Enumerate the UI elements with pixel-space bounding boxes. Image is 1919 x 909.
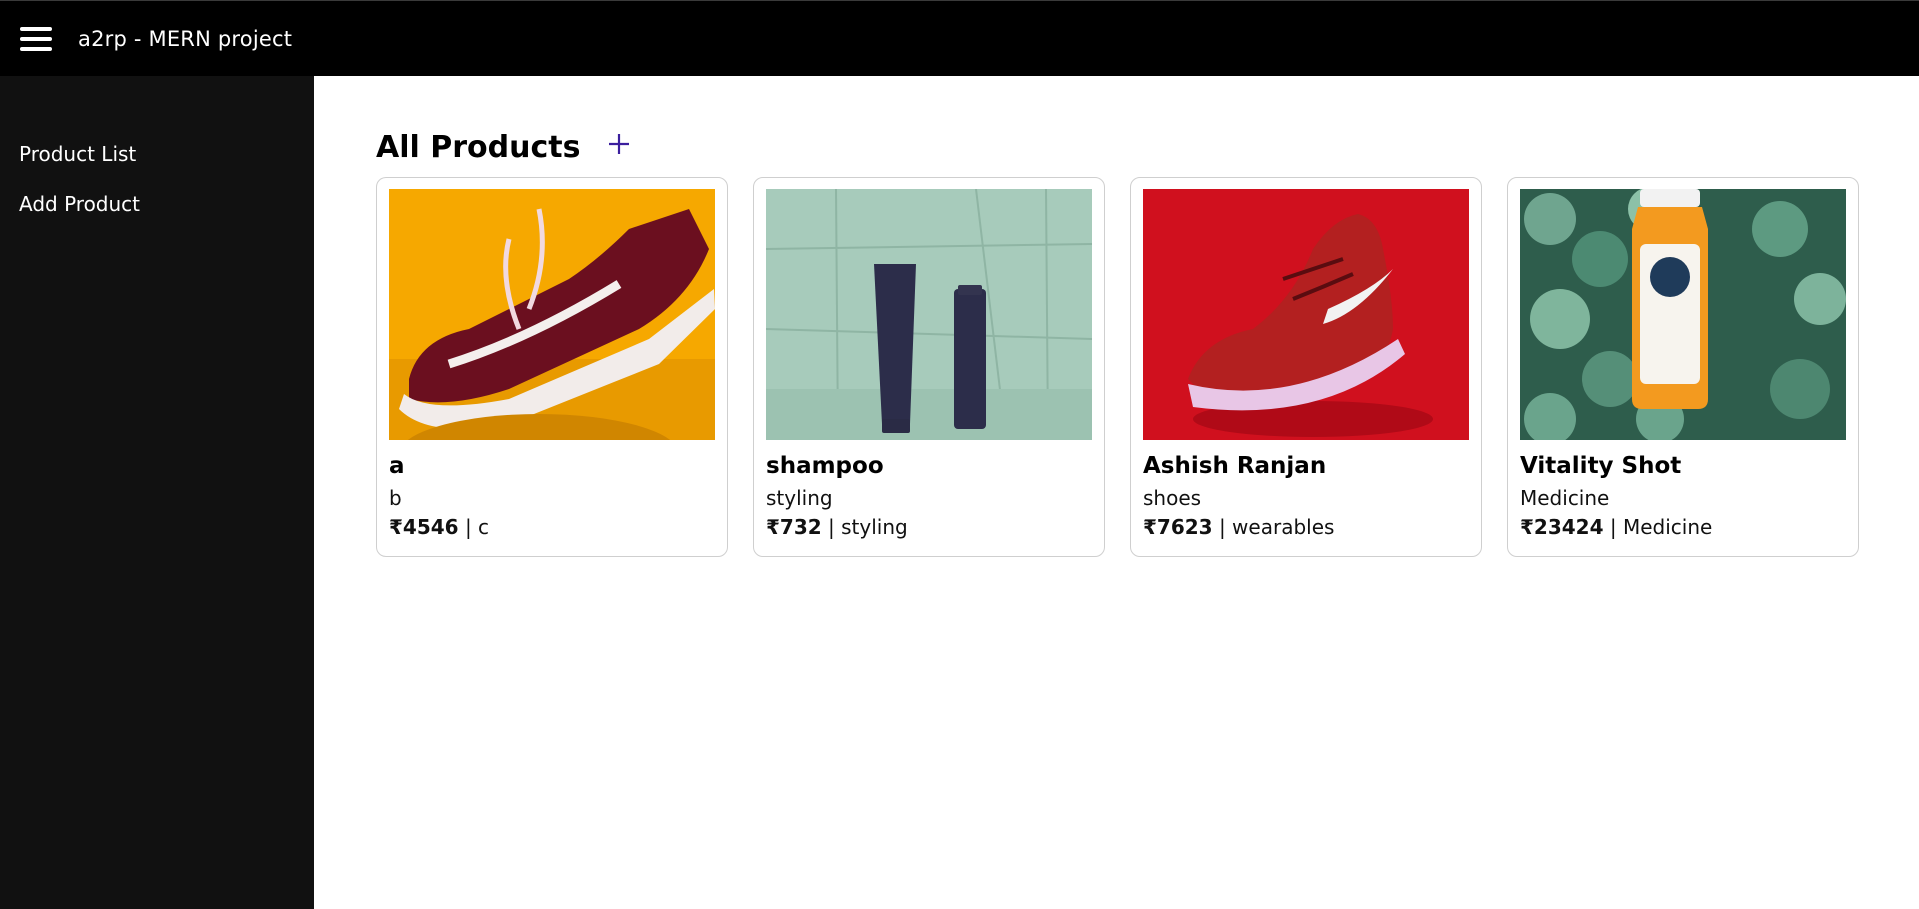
price-separator: |	[1603, 515, 1623, 539]
product-subtitle: shoes	[1143, 486, 1202, 510]
product-price: ₹7623	[1143, 515, 1213, 539]
sneaker-image	[389, 189, 715, 440]
menu-line	[20, 26, 52, 31]
product-card[interactable]: shampoo styling ₹732 | styling	[753, 177, 1105, 557]
product-card[interactable]: Vitality Shot Medicine ₹23424 | Medicine	[1507, 177, 1859, 557]
product-price-row: ₹732 | styling	[766, 514, 1092, 540]
product-price-row: ₹4546 | c	[389, 514, 715, 540]
product-price: ₹4546	[389, 515, 459, 539]
product-category: wearables	[1232, 515, 1335, 539]
sidebar: Product List Add Product	[0, 76, 314, 909]
product-category: c	[478, 515, 490, 539]
product-subtitle: styling	[766, 486, 833, 510]
plus-icon[interactable]	[606, 131, 632, 157]
product-card[interactable]: a b ₹4546 | c	[376, 177, 728, 557]
product-price: ₹23424	[1520, 515, 1604, 539]
product-card[interactable]: Ashish Ranjan shoes ₹7623 | wearables	[1130, 177, 1482, 557]
product-price: ₹732	[766, 515, 822, 539]
section-header: All Products	[376, 130, 632, 165]
top-app-bar: a2rp - MERN project	[0, 0, 1919, 76]
product-subtitle: b	[389, 486, 402, 510]
product-subtitle: Medicine	[1520, 486, 1610, 510]
product-category: styling	[841, 515, 908, 539]
product-name: a	[389, 453, 405, 479]
sidebar-item-product-list[interactable]: Product List	[0, 139, 314, 189]
main-content: All Products a b ₹4546 | c shampoo styli…	[314, 76, 1919, 909]
juice-bottle-image	[1520, 189, 1846, 440]
product-category: Medicine	[1622, 515, 1713, 539]
product-price-row: ₹23424 | Medicine	[1520, 514, 1846, 540]
app-title: a2rp - MERN project	[78, 26, 293, 51]
hamburger-menu-icon[interactable]	[20, 24, 58, 54]
product-price-row: ₹7623 | wearables	[1143, 514, 1469, 540]
menu-line	[20, 46, 52, 51]
product-name: shampoo	[766, 453, 884, 479]
shampoo-bottles-image	[766, 189, 1092, 440]
price-separator: |	[1212, 515, 1233, 539]
price-separator: |	[458, 515, 479, 539]
product-name: Vitality Shot	[1520, 453, 1682, 479]
menu-line	[20, 36, 52, 41]
sidebar-item-add-product[interactable]: Add Product	[0, 189, 314, 239]
product-name: Ashish Ranjan	[1143, 453, 1327, 479]
product-grid: a b ₹4546 | c shampoo styling ₹732 | sty…	[376, 177, 1859, 557]
page-title: All Products	[376, 130, 581, 165]
price-separator: |	[821, 515, 842, 539]
running-shoe-image	[1143, 189, 1469, 440]
